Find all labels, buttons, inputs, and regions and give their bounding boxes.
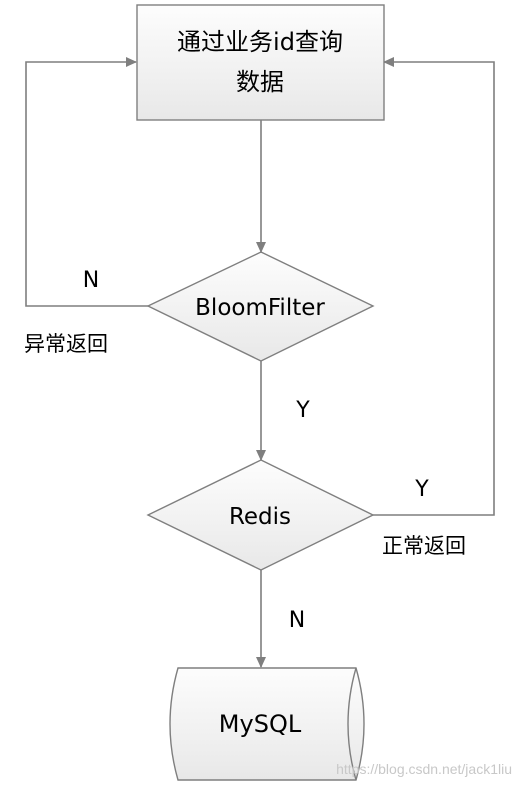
bloomfilter-decision: BloomFilter xyxy=(146,251,375,362)
redis-yes-label: Y xyxy=(414,477,429,502)
start-label-line1: 通过业务id查询 xyxy=(177,28,343,56)
bloomfilter-label: BloomFilter xyxy=(195,295,325,321)
bloom-yes-label: Y xyxy=(295,398,310,423)
start-node: 通过业务id查询 数据 xyxy=(136,4,385,121)
watermark: https://blog.csdn.net/jack1liu xyxy=(336,761,512,777)
redis-no-label: N xyxy=(289,608,305,633)
redis-yes-note: 正常返回 xyxy=(382,534,466,558)
redis-label: Redis xyxy=(229,504,291,530)
start-box xyxy=(136,4,385,121)
start-label-line2: 数据 xyxy=(236,68,284,96)
connectors xyxy=(25,57,495,668)
mysql-label: MySQL xyxy=(219,710,302,738)
edge-redis-yes-return xyxy=(373,57,495,516)
flowchart: 通过业务id查询 数据 BloomFilter Redis MySQL N 异常… xyxy=(24,4,512,781)
bloom-no-label: N xyxy=(83,268,99,293)
bloom-no-note: 异常返回 xyxy=(24,332,108,356)
mysql-node: MySQL xyxy=(169,667,365,781)
redis-decision: Redis xyxy=(146,459,375,571)
